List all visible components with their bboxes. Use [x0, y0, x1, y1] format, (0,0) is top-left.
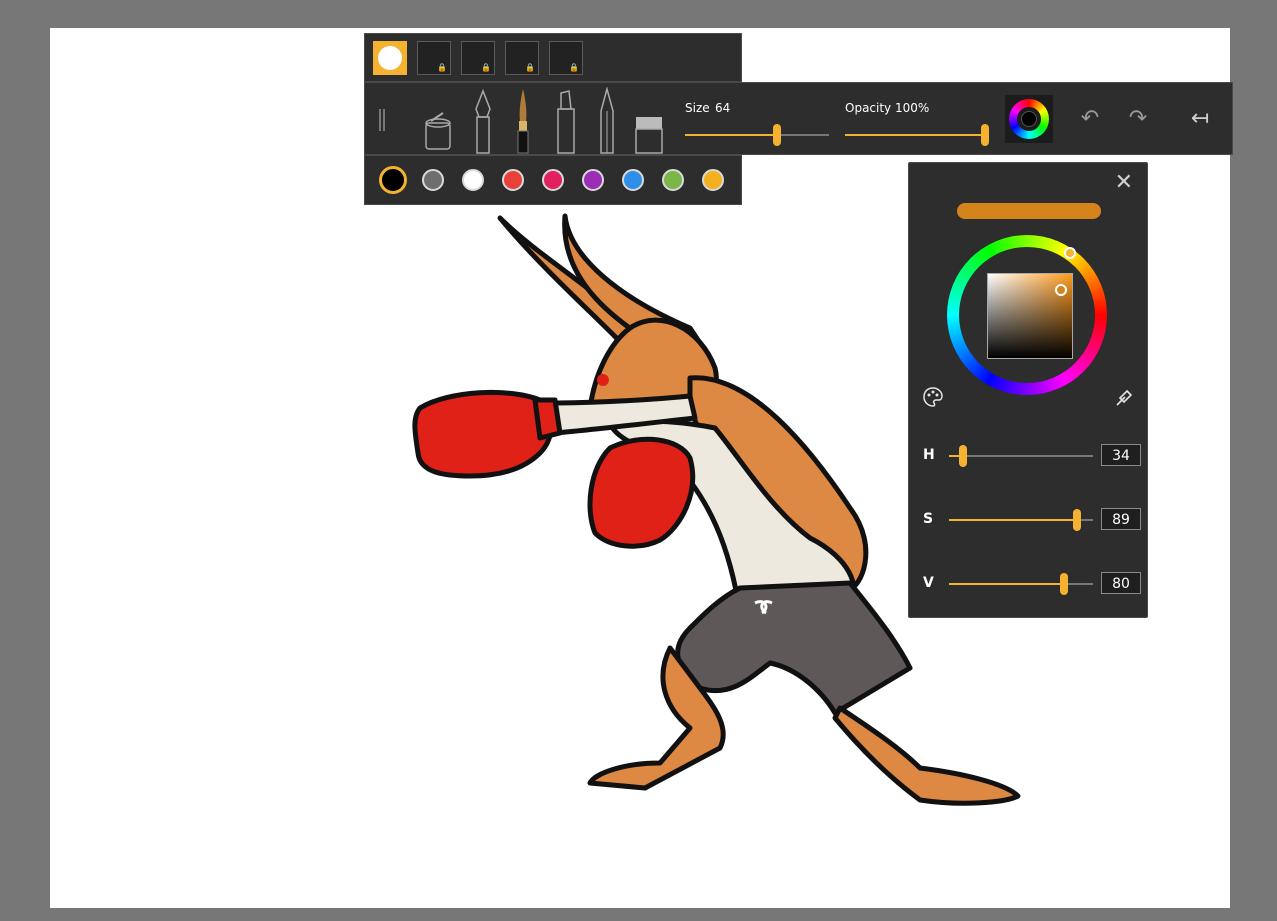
preset-3[interactable]: 🔒	[461, 41, 495, 75]
color-swatch[interactable]	[662, 169, 684, 191]
close-icon[interactable]: ✕	[1115, 169, 1133, 197]
preset-2[interactable]: 🔒	[417, 41, 451, 75]
color-swatch[interactable]	[702, 169, 724, 191]
saturation-input[interactable]: 89	[1101, 508, 1141, 530]
opacity-label: Opacity	[845, 101, 892, 115]
color-swatch[interactable]	[542, 169, 564, 191]
saturation-label: S	[923, 511, 934, 527]
color-wheel-button[interactable]	[1005, 95, 1053, 143]
marker-icon[interactable]	[549, 87, 583, 155]
size-slider[interactable]	[685, 124, 829, 146]
saturation-slider[interactable]	[949, 509, 1093, 531]
color-swatch[interactable]	[422, 169, 444, 191]
eyedropper-icon[interactable]	[1113, 387, 1135, 409]
tools-bar: Size 64 Opacity 100% ↶ ↷ ↤	[364, 82, 1233, 155]
preset-soft-round[interactable]	[373, 41, 407, 75]
paint-bucket-icon[interactable]	[421, 87, 455, 155]
saturation-slider-fill	[949, 519, 1078, 521]
value-label: V	[923, 575, 934, 591]
redo-icon[interactable]: ↷	[1123, 105, 1153, 133]
opacity-slider-thumb[interactable]	[981, 124, 989, 146]
preset-5[interactable]: 🔒	[549, 41, 583, 75]
value-slider[interactable]	[949, 573, 1093, 595]
undo-icon[interactable]: ↶	[1075, 105, 1105, 133]
hue-slider[interactable]	[949, 445, 1093, 467]
saturation-value-square[interactable]	[987, 273, 1073, 359]
lock-icon: 🔒	[569, 63, 579, 72]
brush-presets-bar: 🔒 🔒 🔒 🔒	[364, 33, 742, 82]
hue-slider-thumb[interactable]	[958, 445, 967, 467]
collapse-left-icon[interactable]: ↤	[1185, 105, 1215, 133]
eraser-icon[interactable]	[632, 87, 666, 155]
color-swatches-bar	[364, 155, 742, 205]
fountain-pen-icon[interactable]	[466, 87, 500, 155]
lock-icon: 🔒	[437, 63, 447, 72]
value-input[interactable]: 80	[1101, 572, 1141, 594]
color-swatch[interactable]	[582, 169, 604, 191]
hue-input[interactable]: 34	[1101, 444, 1141, 466]
value-slider-fill	[949, 583, 1065, 585]
size-label: Size	[685, 101, 710, 115]
size-value: 64	[715, 101, 731, 115]
color-wheel-icon	[1009, 99, 1049, 139]
current-color-preview	[957, 203, 1101, 219]
soft-round-icon	[378, 46, 402, 70]
size-slider-fill	[685, 134, 778, 136]
opacity-value: 100%	[895, 101, 930, 115]
pencil-icon[interactable]	[590, 87, 624, 155]
color-swatch[interactable]	[502, 169, 524, 191]
brush-icon[interactable]	[506, 87, 540, 155]
value-slider-thumb[interactable]	[1060, 573, 1069, 595]
color-swatch[interactable]	[462, 169, 484, 191]
opacity-slider[interactable]	[845, 124, 989, 146]
color-swatch[interactable]	[379, 166, 407, 194]
saturation-slider-thumb[interactable]	[1073, 509, 1082, 531]
opacity-slider-fill	[845, 134, 985, 136]
drag-handle[interactable]	[379, 109, 385, 131]
preset-4[interactable]: 🔒	[505, 41, 539, 75]
sv-handle[interactable]	[1055, 284, 1067, 296]
hue-label: H	[923, 447, 935, 463]
palette-icon[interactable]	[921, 385, 945, 409]
lock-icon: 🔒	[481, 63, 491, 72]
color-swatch[interactable]	[622, 169, 644, 191]
lock-icon: 🔒	[525, 63, 535, 72]
size-slider-thumb[interactable]	[773, 124, 782, 146]
color-picker-panel: ✕ H 34 S 89 V 80	[908, 162, 1148, 618]
hue-ring-handle[interactable]	[1064, 247, 1076, 259]
